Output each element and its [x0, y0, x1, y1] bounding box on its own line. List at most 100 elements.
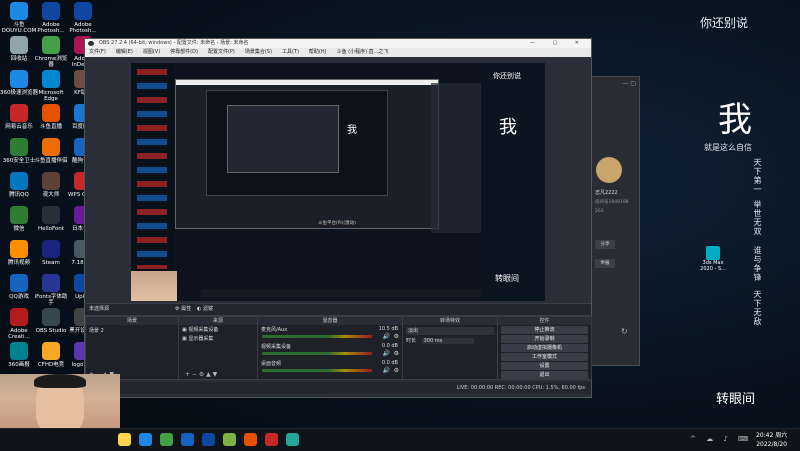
wallpaper-col-2: 举世无双	[753, 200, 762, 236]
douyu-icon[interactable]	[244, 433, 257, 446]
menu-item[interactable]: 场景集合(S)	[245, 48, 272, 57]
menu-item[interactable]: 编辑(E)	[116, 48, 133, 57]
wallpaper-col-3: 谁与争锋	[753, 246, 762, 282]
mixer-db: 0.0 dB	[381, 360, 398, 366]
window-controls[interactable]: — ▢	[622, 80, 636, 87]
app-icon	[10, 36, 28, 54]
wechat-icon[interactable]	[160, 433, 173, 446]
menu-item[interactable]: 视图(V)	[143, 48, 160, 57]
app-icon	[10, 240, 28, 258]
tray-time: 20:42	[756, 432, 774, 439]
tray-clock[interactable]: 20:42 周六 2022/8/20	[756, 431, 787, 449]
menu-item[interactable]: 工具(T)	[282, 48, 299, 57]
nested-wallpaper: 你还别说 我 转眼间	[481, 63, 545, 301]
desktop-icon-label: Adobe Photosh...	[69, 22, 97, 35]
browser-icon[interactable]	[139, 433, 152, 446]
file-explorer-icon[interactable]	[118, 433, 131, 446]
control-button[interactable]: 设置	[501, 362, 588, 370]
tray-date: 2022/8/20	[756, 441, 787, 448]
refresh-icon[interactable]: ↻	[621, 327, 628, 336]
source-toolbar: 未选择源 ⚙ 属性 ◐ 滤镜	[85, 303, 591, 316]
speaker-icon[interactable]: 🔊	[383, 350, 390, 357]
filters-button[interactable]: ◐ 滤镜	[197, 304, 213, 315]
chrome-icon[interactable]	[223, 433, 236, 446]
share-button[interactable]: 分享	[595, 240, 615, 249]
profile-followers: 263	[595, 209, 604, 214]
source-item[interactable]: ▣ 视频采集设备	[179, 325, 257, 334]
control-button[interactable]: 停止推流	[501, 326, 588, 334]
filters-label: 滤镜	[202, 306, 213, 312]
report-button[interactable]: 举报	[595, 259, 615, 268]
obs-preview[interactable]: 我 你还别说 我 转眼间 斗鱼平台(Pi)(激动)	[131, 63, 545, 301]
menu-item[interactable]: 文件(F)	[89, 48, 106, 57]
transition-duration-row: 时长 300 ms	[406, 337, 494, 344]
speaker-icon[interactable]: 🔊	[383, 367, 390, 374]
qq-icon[interactable]	[181, 433, 194, 446]
tray-icons[interactable]: ^ ☁ ♪ ⌨	[690, 435, 752, 443]
sources-header: 来源	[179, 317, 257, 325]
mixer-header: 混音器	[258, 317, 402, 325]
app-icon	[42, 2, 60, 20]
mixer-channel-name: 麦克风/Aux	[261, 327, 288, 333]
floating-profile-window: — ▢ 志凡2222 房间号1949199 263 分享 举报 ↻	[590, 76, 640, 366]
desktop-icon-label: 3ds Max 2020 - S...	[700, 260, 726, 272]
control-button[interactable]: 工作室模式	[501, 353, 588, 361]
taskbar: 20:42 周六 2022/8/20 ^ ☁ ♪ ⌨	[0, 428, 800, 451]
app-icon	[42, 104, 60, 122]
obs-title: OBS 27.2.4 (64-bit, windows) - 配置文件: 未命名…	[99, 40, 249, 46]
app-icon	[10, 308, 28, 326]
mixer-db: 0.0 dB	[381, 343, 398, 349]
duration-label: 时长	[406, 338, 417, 344]
obs-statusbar: LIVE: 00:00:00 REC: 00:00:00 CPU: 1.5%, …	[85, 382, 591, 394]
control-button[interactable]: 退出	[501, 371, 588, 379]
control-button[interactable]: 开始录制	[501, 335, 588, 343]
scene-item[interactable]: 场景 2	[86, 325, 178, 336]
photoshop-icon[interactable]	[202, 433, 215, 446]
mixer-dock: 混音器 麦克风/Aux 10.5 dB 🔊 ⚙ 视频采集设备 0.0 dB 🔊 ⚙ 桌面音频 0.…	[257, 316, 403, 380]
source-toolbar[interactable]: + − ⚙ ▲ ▼	[185, 371, 217, 378]
netease-icon[interactable]	[265, 433, 278, 446]
mixer-channel: 视频采集设备 0.0 dB 🔊 ⚙	[258, 342, 402, 359]
app-icon[interactable]	[286, 433, 299, 446]
app-icon	[42, 172, 60, 190]
volume-meter	[262, 352, 372, 355]
wallpaper-col-1: 天下第一	[753, 158, 762, 194]
wallpaper-title: 你还别说	[700, 16, 749, 30]
scenes-header: 场景	[86, 317, 178, 325]
duration-input[interactable]: 300 ms	[421, 338, 474, 344]
wallpaper-big-char: 我	[718, 100, 752, 140]
controls-header: 控件	[498, 317, 591, 325]
desktop-icon[interactable]: Adobe Photosh...	[64, 2, 102, 35]
app-icon	[42, 70, 60, 88]
control-button[interactable]: 启动虚拟摄像机	[501, 344, 588, 352]
transition-select[interactable]: 淡出	[406, 327, 494, 335]
volume-meter	[262, 335, 372, 338]
menu-item[interactable]: 帮助(H)	[309, 48, 327, 57]
obs-menubar: 文件(F) 编辑(E) 视图(V) 停靠部件(D) 配置文件(P) 场景集合(S) 工具(T…	[85, 48, 591, 57]
source-label: 视频采集设备	[188, 327, 219, 333]
app-icon	[42, 138, 60, 156]
gear-icon[interactable]: ⚙	[394, 367, 399, 374]
app-icon	[10, 172, 28, 190]
gear-icon[interactable]: ⚙	[394, 333, 399, 340]
properties-button[interactable]: ⚙ 属性	[175, 304, 191, 315]
transitions-header: 转场特效	[403, 317, 497, 325]
nested-banner: 斗鱼平台(Pi)(激动)	[315, 219, 359, 227]
nested-desktop-icons	[131, 63, 175, 301]
volume-meter	[262, 369, 372, 372]
menu-item[interactable]: 斗鱼 (小程序) 直...之飞	[337, 48, 389, 57]
webcam-overlay	[0, 374, 120, 428]
source-item[interactable]: ▣ 显示器采集	[179, 334, 257, 343]
menu-item[interactable]: 停靠部件(D)	[170, 48, 198, 57]
wallpaper-col-4: 天下无敌	[753, 290, 762, 326]
gear-icon[interactable]: ⚙	[394, 350, 399, 357]
window-controls[interactable]: — ▢ ✕	[530, 39, 587, 48]
desktop-icon-3dsmax[interactable]: 3ds Max 2020 - S...	[698, 246, 728, 272]
streamer-hair	[34, 374, 86, 388]
tray-day: 周六	[775, 432, 788, 439]
wallpaper-line: 就是这么自信	[704, 143, 752, 152]
speaker-icon[interactable]: 🔊	[383, 333, 390, 340]
app-icon	[42, 342, 60, 360]
3dsmax-icon	[706, 246, 720, 260]
menu-item[interactable]: 配置文件(P)	[208, 48, 235, 57]
